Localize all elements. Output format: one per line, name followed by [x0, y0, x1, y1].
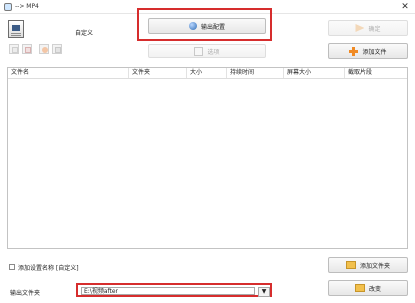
change-folder-icon [354, 284, 365, 292]
output-config-button[interactable]: 输出配置 [148, 18, 266, 34]
output-folder-select-highlight: E:\视频after ▼ [76, 283, 272, 297]
column-header-size[interactable]: 大小 [187, 68, 227, 78]
change-button[interactable]: 改变 [328, 280, 408, 296]
ok-icon [355, 24, 365, 32]
profile-name: 自定义 [75, 30, 94, 37]
output-folder-label: 输出文件夹 [10, 290, 41, 297]
app-icon [4, 3, 12, 11]
clear-list-icon[interactable] [52, 44, 62, 54]
add-folder-button[interactable]: 添加文件夹 [328, 257, 408, 273]
column-header-duration[interactable]: 持续时间 [227, 68, 284, 78]
file-list[interactable]: 文件名 文件夹 大小 持续时间 屏幕大小 截取片段 [7, 67, 408, 249]
option-icon [194, 46, 204, 56]
ok-label: 确定 [368, 25, 381, 33]
file-list-header: 文件名 文件夹 大小 持续时间 屏幕大小 截取片段 [8, 68, 407, 79]
window-title: --> MP4 [15, 3, 39, 10]
column-header-filename[interactable]: 文件名 [8, 68, 129, 78]
option-button[interactable]: 选项 [148, 44, 266, 58]
add-file-icon [349, 46, 359, 56]
option-label: 选项 [207, 48, 220, 56]
profile-icon [8, 20, 24, 38]
save-settings-label: 添加设置名称 [自定义] [18, 265, 79, 272]
output-config-label: 输出配置 [200, 23, 225, 31]
column-header-folder[interactable]: 文件夹 [129, 68, 187, 78]
move-down-icon[interactable] [22, 44, 32, 54]
column-header-screen-size[interactable]: 屏幕大小 [284, 68, 345, 78]
close-icon[interactable]: ✕ [400, 2, 410, 12]
add-file-button[interactable]: 添加文件 [328, 43, 408, 59]
output-folder-select[interactable]: E:\视频after [81, 287, 255, 295]
chevron-down-icon[interactable]: ▼ [258, 287, 270, 297]
add-folder-label: 添加文件夹 [359, 262, 390, 270]
column-header-clip[interactable]: 截取片段 [345, 68, 407, 78]
add-folder-icon [345, 261, 356, 269]
ok-button[interactable]: 确定 [328, 20, 408, 36]
save-settings-checkbox[interactable] [9, 264, 15, 270]
move-up-icon[interactable] [9, 44, 19, 54]
change-label: 改变 [368, 285, 381, 293]
output-config-icon [188, 22, 197, 30]
remove-icon[interactable] [39, 44, 49, 54]
add-file-label: 添加文件 [362, 48, 387, 56]
